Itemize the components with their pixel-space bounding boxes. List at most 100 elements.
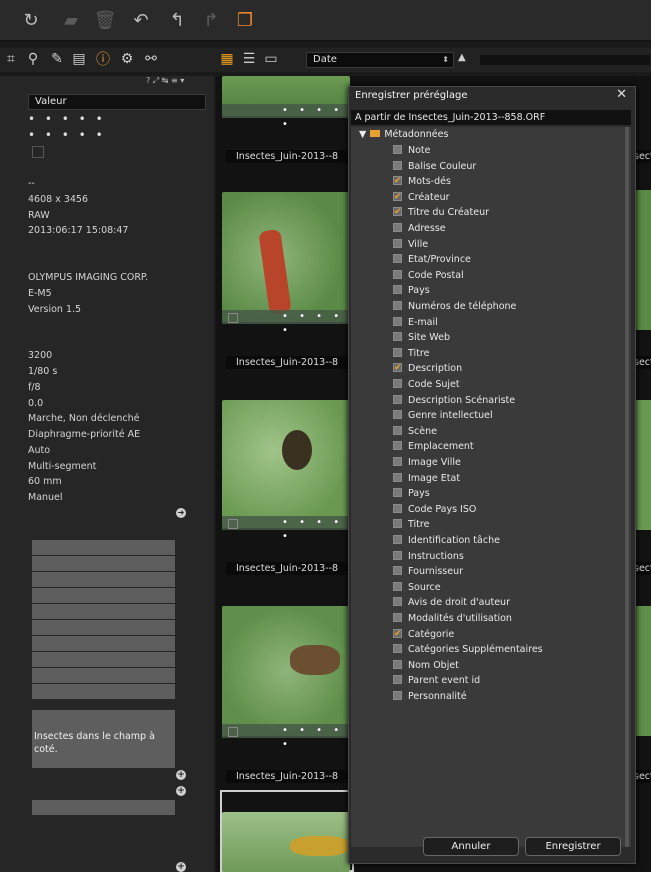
metadata-item[interactable]: Code Pays ISO [393, 502, 476, 518]
checkbox[interactable] [393, 285, 402, 295]
metadata-item[interactable]: Description Scénariste [393, 393, 515, 409]
panel-controls[interactable]: ? ⤢ ↹ ≡ ▾ [146, 76, 184, 86]
iptc-field[interactable] [32, 540, 175, 555]
checkbox[interactable] [393, 441, 402, 451]
checkbox[interactable] [393, 205, 402, 221]
iptc-field[interactable] [32, 604, 175, 619]
thumbnail-checkbox[interactable] [228, 727, 238, 737]
metadata-item[interactable]: Etat/Province [393, 252, 471, 268]
checkbox[interactable] [393, 566, 402, 576]
metadata-item[interactable]: Pays [393, 283, 430, 299]
metadata-item[interactable]: Genre intellectuel [393, 408, 493, 424]
nodes-icon[interactable]: ⚯ [142, 50, 160, 68]
partial-thumbnail[interactable] [636, 400, 651, 530]
partial-thumbnail[interactable] [636, 606, 651, 736]
picker-icon[interactable]: ✎ [48, 50, 66, 68]
checkbox[interactable] [393, 613, 402, 622]
metadata-item[interactable]: E-mail [393, 315, 438, 331]
iptc-field[interactable] [32, 800, 175, 815]
checkbox[interactable] [393, 361, 402, 377]
metadata-item[interactable]: Source [393, 580, 441, 596]
metadata-item[interactable]: Site Web [393, 330, 450, 346]
metadata-item[interactable]: Balise Couleur [393, 159, 476, 175]
iptc-field[interactable] [32, 620, 175, 635]
sort-select[interactable]: Date ⬍ [306, 52, 454, 68]
checkbox[interactable] [393, 425, 402, 435]
partial-thumbnail[interactable] [636, 190, 651, 330]
metadata-item[interactable]: Instructions [393, 549, 464, 565]
checkbox[interactable] [393, 503, 402, 513]
metadata-item[interactable]: Emplacement [393, 439, 474, 455]
grid-view-icon[interactable]: ▦ [218, 50, 236, 68]
metadata-item[interactable]: Scène [393, 424, 437, 440]
metadata-item[interactable]: Catégorie [393, 627, 454, 642]
rating-bar[interactable]: • • • • • [222, 516, 350, 542]
checkbox[interactable] [393, 223, 402, 232]
checkbox[interactable] [393, 254, 402, 264]
checkbox[interactable] [393, 675, 402, 685]
checkbox[interactable] [393, 160, 402, 170]
list-icon[interactable]: ▤ [70, 50, 88, 68]
metadata-item[interactable]: Créateur [393, 190, 450, 205]
checkbox[interactable] [393, 145, 402, 154]
metadata-item[interactable]: Personnalité [393, 689, 467, 705]
checkbox[interactable] [393, 316, 402, 326]
metadata-item[interactable]: Description [393, 361, 462, 377]
metadata-item[interactable]: Numéros de téléphone [393, 299, 516, 315]
iptc-field[interactable] [32, 652, 175, 667]
cancel-button[interactable]: Annuler [423, 837, 519, 856]
metadata-item[interactable]: Titre [393, 346, 429, 362]
expand-arrow-icon[interactable]: ▼ [359, 129, 366, 140]
checkbox[interactable] [393, 379, 402, 388]
checkbox[interactable] [393, 238, 402, 248]
metadata-item[interactable]: Modalités d'utilisation [393, 611, 512, 627]
undo-icon[interactable]: ↰ [164, 8, 190, 32]
metadata-item[interactable]: Nom Objet [393, 658, 459, 674]
description-field[interactable]: Insectes dans le champ à coté. [32, 710, 175, 768]
metadata-item[interactable]: Avis de droit d'auteur [393, 595, 510, 611]
loupe-icon[interactable]: ⚲ [24, 50, 42, 68]
iptc-field[interactable] [32, 556, 175, 571]
checkbox[interactable] [393, 301, 402, 310]
checkbox[interactable] [393, 519, 402, 529]
thumbnail-checkbox[interactable] [228, 519, 238, 529]
add-icon[interactable]: + [176, 786, 186, 796]
metadata-item[interactable]: Image Etat [393, 471, 460, 487]
checkbox[interactable] [393, 394, 402, 404]
iptc-field[interactable] [32, 636, 175, 651]
checkbox[interactable] [393, 627, 402, 642]
refresh-icon[interactable]: ↻ [18, 8, 44, 32]
add-icon[interactable]: + [176, 862, 186, 872]
checkbox[interactable] [393, 581, 402, 591]
rating-bar[interactable]: • • • • • [222, 310, 350, 336]
metadata-item[interactable]: Mots-dés [393, 174, 451, 190]
metadata-item[interactable]: Note [393, 143, 431, 159]
metadata-item[interactable]: Adresse [393, 221, 446, 237]
metadata-item[interactable]: Code Sujet [393, 377, 460, 393]
scrollbar[interactable] [625, 127, 629, 847]
metadata-item[interactable]: Pays [393, 486, 430, 502]
metadata-item[interactable]: Ville [393, 237, 428, 253]
metadata-item[interactable]: Fournisseur [393, 564, 463, 580]
metadata-item[interactable]: Parent event id [393, 673, 480, 689]
checkbox[interactable] [393, 410, 402, 420]
metadata-item[interactable]: Image Ville [393, 455, 461, 471]
crop-icon[interactable]: ⌗ [2, 50, 20, 68]
rating-bar[interactable]: • • • • • [222, 104, 350, 130]
label-checkbox[interactable] [32, 146, 44, 158]
undo-all-icon[interactable]: ↶ [128, 8, 154, 32]
checkbox[interactable] [393, 472, 402, 482]
checkbox[interactable] [393, 269, 402, 279]
thumbnail-checkbox[interactable] [228, 313, 238, 323]
info-icon[interactable]: ⓘ [94, 50, 112, 68]
window-icon[interactable]: ❐ [232, 8, 258, 32]
arrow-right-icon[interactable]: ➜ [176, 508, 186, 518]
save-button[interactable]: Enregistrer [525, 837, 621, 856]
iptc-field[interactable] [32, 572, 175, 587]
tree-group-metadata[interactable]: ▼ Métadonnées [359, 127, 448, 142]
sort-direction-icon[interactable]: ▲ [458, 52, 466, 63]
checkbox[interactable] [393, 550, 402, 560]
checkbox[interactable] [393, 190, 402, 205]
batch-icon[interactable]: ▰ [58, 8, 84, 32]
metadata-item[interactable]: Code Postal [393, 268, 464, 284]
